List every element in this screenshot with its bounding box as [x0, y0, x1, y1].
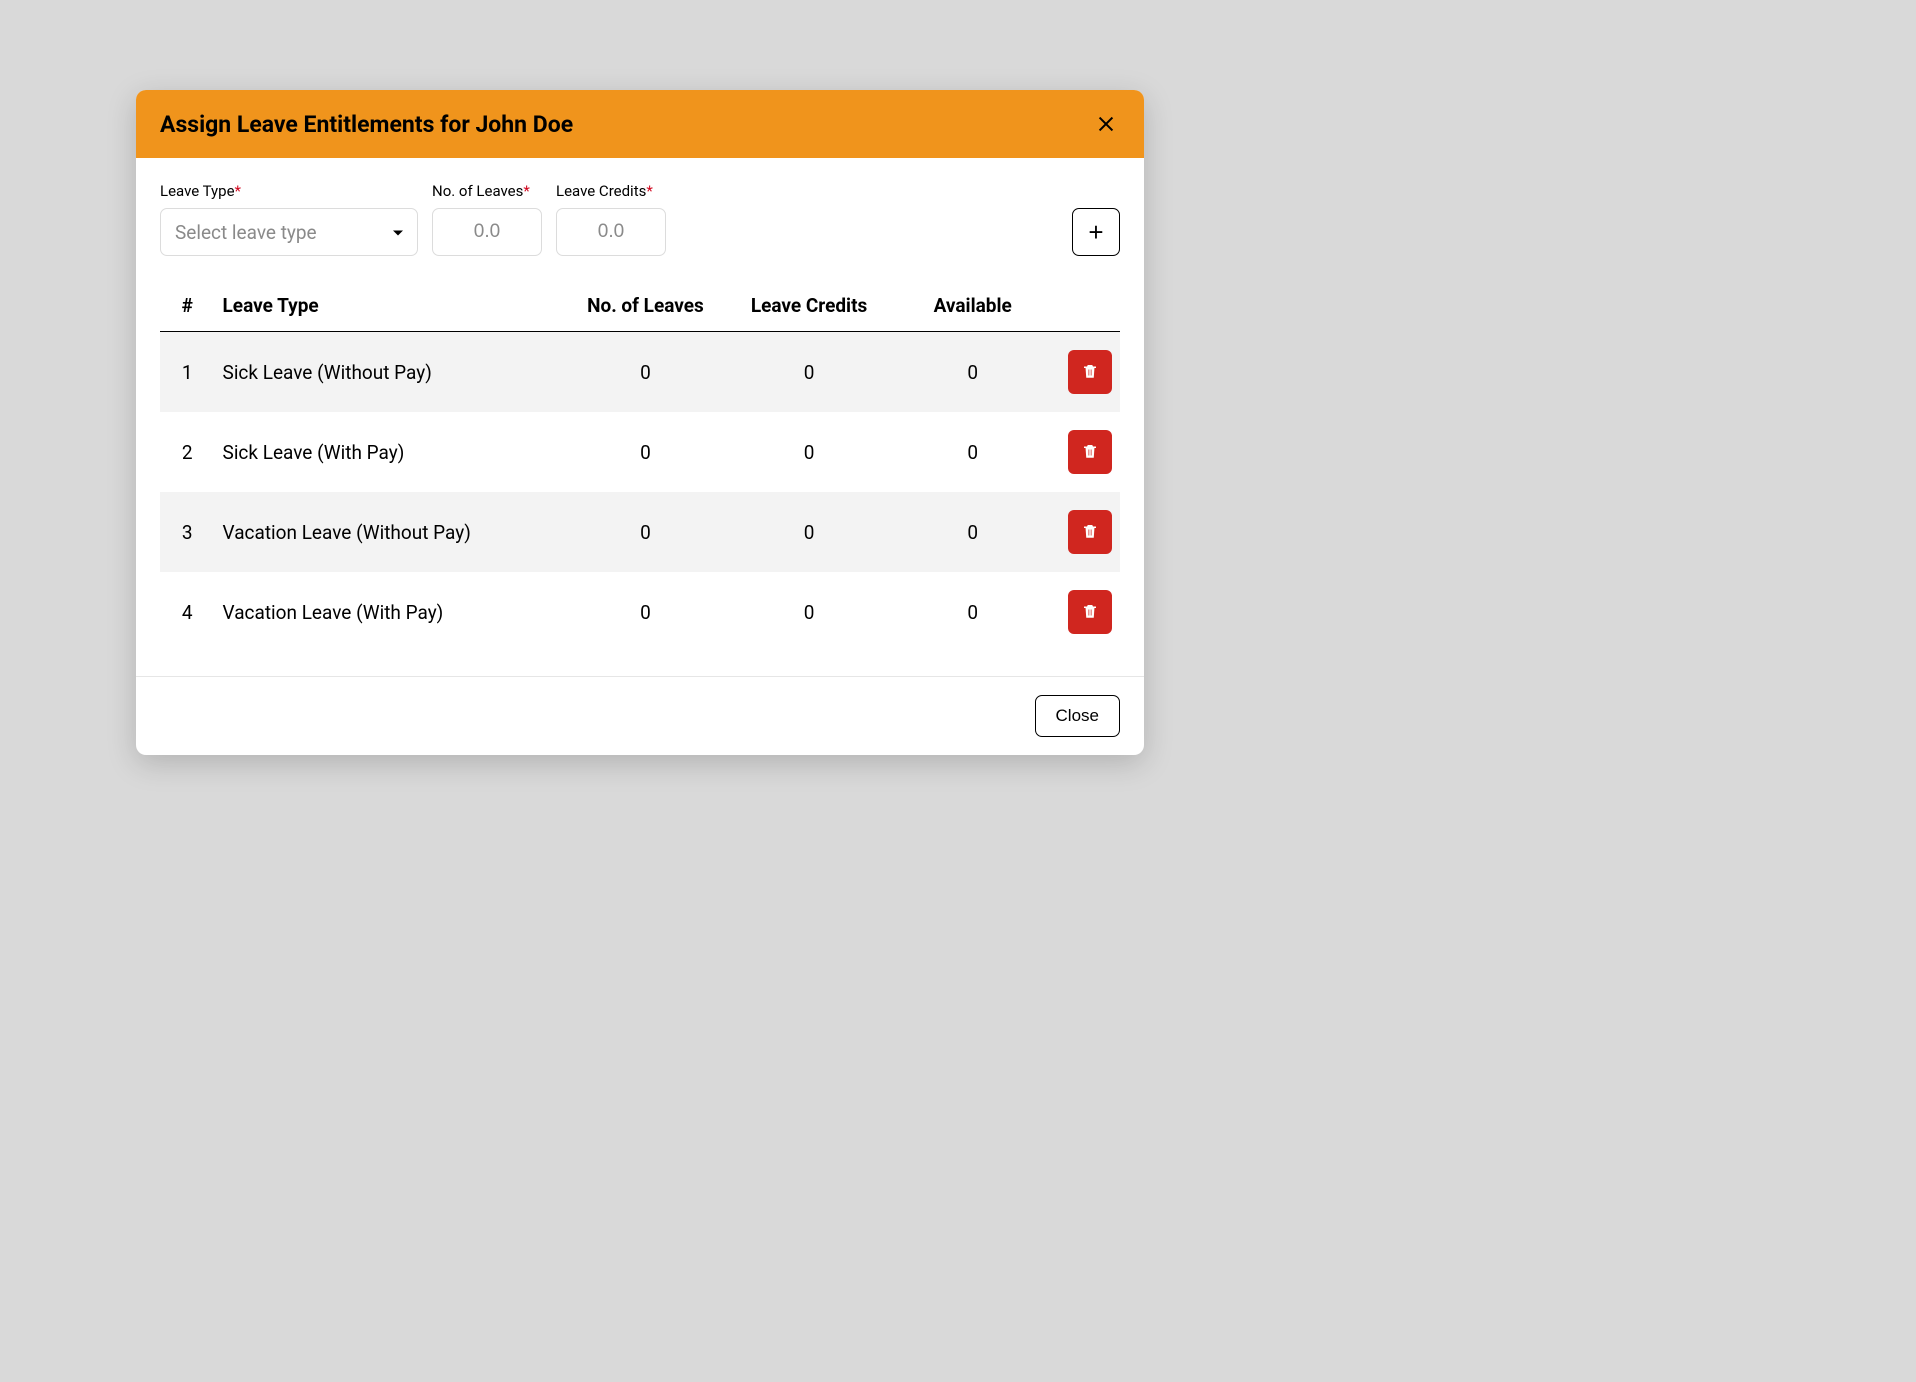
cell-no-of-leaves: 0 [564, 572, 728, 652]
modal-footer: Close [136, 676, 1144, 755]
cell-available: 0 [891, 492, 1055, 572]
table-row: 4Vacation Leave (With Pay)000 [160, 572, 1120, 652]
close-icon-button[interactable] [1092, 110, 1120, 138]
cell-index: 2 [160, 412, 215, 492]
cell-action [1054, 492, 1120, 572]
leave-type-label-text: Leave Type [160, 182, 235, 200]
cell-action [1054, 572, 1120, 652]
cell-action [1054, 412, 1120, 492]
modal-body: Leave Type* Select leave type No. of Lea… [136, 158, 1144, 676]
cell-index: 4 [160, 572, 215, 652]
cell-index: 1 [160, 332, 215, 413]
cell-leave-credits: 0 [727, 412, 891, 492]
cell-available: 0 [891, 412, 1055, 492]
entitlements-table: # Leave Type No. of Leaves Leave Credits… [160, 284, 1120, 652]
add-row-button[interactable]: + [1072, 208, 1120, 256]
trash-icon [1081, 362, 1099, 383]
leave-type-select[interactable]: Select leave type [160, 208, 418, 256]
cell-leave-credits: 0 [727, 492, 891, 572]
col-header-leave-type: Leave Type [215, 284, 564, 332]
cell-leave-type: Sick Leave (With Pay) [215, 412, 564, 492]
form-row: Leave Type* Select leave type No. of Lea… [160, 182, 1120, 256]
delete-row-button[interactable] [1068, 590, 1112, 634]
cell-available: 0 [891, 572, 1055, 652]
col-header-available: Available [891, 284, 1055, 332]
table-row: 2Sick Leave (With Pay)000 [160, 412, 1120, 492]
required-mark: * [646, 182, 652, 200]
leave-credits-label: Leave Credits* [556, 182, 666, 200]
col-header-leave-credits: Leave Credits [727, 284, 891, 332]
required-mark: * [523, 182, 529, 200]
cell-index: 3 [160, 492, 215, 572]
close-button[interactable]: Close [1035, 695, 1120, 737]
leave-credits-input[interactable] [556, 208, 666, 256]
close-icon [1095, 113, 1117, 135]
col-header-index: # [160, 284, 215, 332]
cell-no-of-leaves: 0 [564, 412, 728, 492]
cell-leave-credits: 0 [727, 572, 891, 652]
modal-title: Assign Leave Entitlements for John Doe [160, 111, 573, 138]
table-row: 1Sick Leave (Without Pay)000 [160, 332, 1120, 413]
plus-icon: + [1088, 219, 1103, 245]
cell-no-of-leaves: 0 [564, 332, 728, 413]
cell-action [1054, 332, 1120, 413]
delete-row-button[interactable] [1068, 510, 1112, 554]
no-of-leaves-group: No. of Leaves* [432, 182, 542, 256]
leave-type-label: Leave Type* [160, 182, 418, 200]
no-of-leaves-input[interactable] [432, 208, 542, 256]
trash-icon [1081, 522, 1099, 543]
no-of-leaves-label-text: No. of Leaves [432, 182, 523, 200]
cell-leave-credits: 0 [727, 332, 891, 413]
modal-header: Assign Leave Entitlements for John Doe [136, 90, 1144, 158]
cell-no-of-leaves: 0 [564, 492, 728, 572]
delete-row-button[interactable] [1068, 430, 1112, 474]
cell-leave-type: Sick Leave (Without Pay) [215, 332, 564, 413]
col-header-action [1054, 284, 1120, 332]
leave-credits-group: Leave Credits* [556, 182, 666, 256]
no-of-leaves-label: No. of Leaves* [432, 182, 542, 200]
trash-icon [1081, 602, 1099, 623]
cell-leave-type: Vacation Leave (With Pay) [215, 572, 564, 652]
table-row: 3Vacation Leave (Without Pay)000 [160, 492, 1120, 572]
required-mark: * [235, 182, 241, 200]
cell-leave-type: Vacation Leave (Without Pay) [215, 492, 564, 572]
cell-available: 0 [891, 332, 1055, 413]
col-header-no-of-leaves: No. of Leaves [564, 284, 728, 332]
table-header-row: # Leave Type No. of Leaves Leave Credits… [160, 284, 1120, 332]
leave-credits-label-text: Leave Credits [556, 182, 646, 200]
trash-icon [1081, 442, 1099, 463]
assign-leave-modal: Assign Leave Entitlements for John Doe L… [136, 90, 1144, 755]
delete-row-button[interactable] [1068, 350, 1112, 394]
leave-type-group: Leave Type* Select leave type [160, 182, 418, 256]
leave-type-select-wrap: Select leave type [160, 208, 418, 256]
